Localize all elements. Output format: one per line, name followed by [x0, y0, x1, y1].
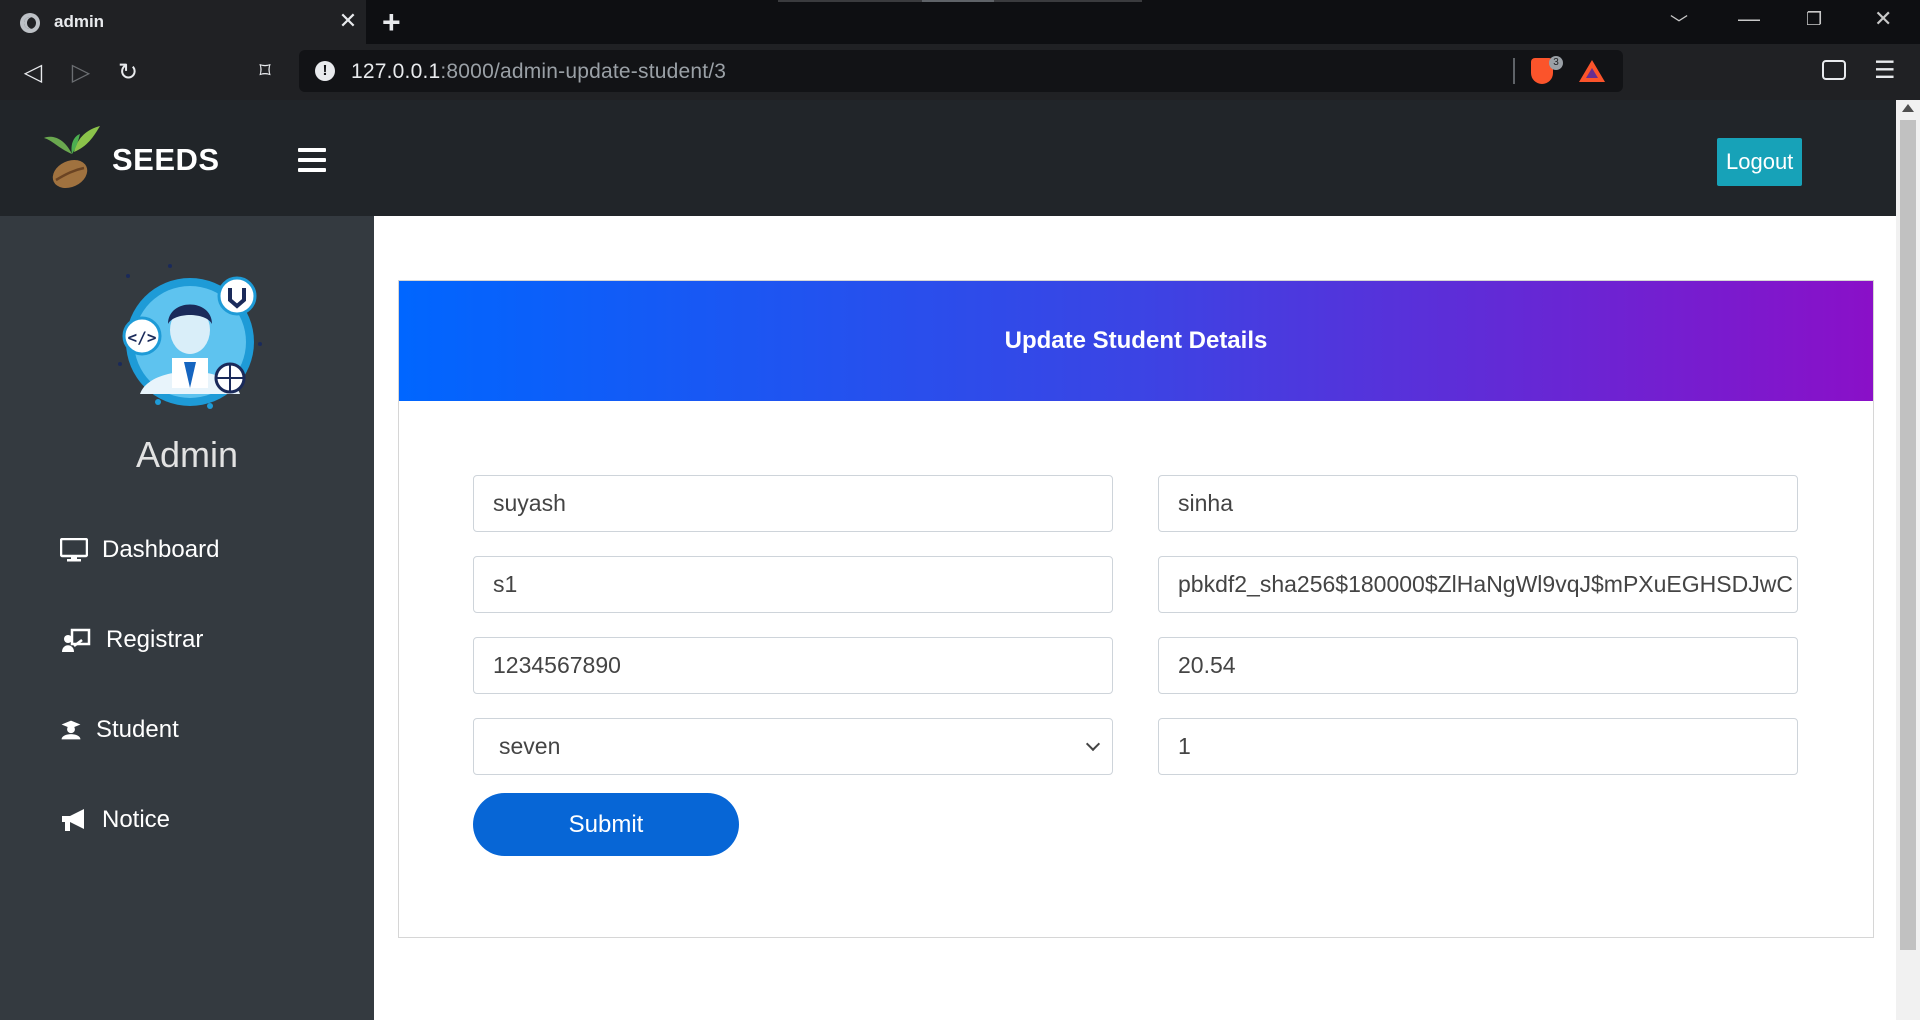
phone-field[interactable]: 1234567890 — [473, 637, 1113, 694]
browser-menu-icon[interactable]: ☰ — [1874, 56, 1896, 85]
first-name-field[interactable]: suyash — [473, 475, 1113, 532]
graduate-icon — [61, 720, 81, 740]
roll-number-field[interactable]: 1 — [1158, 718, 1798, 775]
back-icon[interactable]: ◁ — [18, 58, 48, 87]
card-header: Update Student Details — [399, 281, 1873, 401]
top-navbar: SEEDS Logout — [0, 100, 1896, 216]
password-field[interactable]: pbkdf2_sha256$180000$ZlHaNgWl9vqJ$mPXuEG… — [1158, 556, 1798, 613]
username-field[interactable]: s1 — [473, 556, 1113, 613]
sidebar-item-student[interactable]: Student — [60, 710, 179, 750]
monitor-icon — [60, 538, 88, 562]
last-name-field[interactable]: sinha — [1158, 475, 1798, 532]
fee-field[interactable]: 20.54 — [1158, 637, 1798, 694]
restore-icon[interactable]: ❐ — [1806, 9, 1822, 30]
scrollbar-thumb[interactable] — [1900, 120, 1916, 950]
logout-button[interactable]: Logout — [1717, 138, 1803, 186]
reload-icon[interactable]: ↻ — [113, 58, 143, 87]
seeds-logo-icon — [44, 126, 100, 189]
browser-toolbar: ◁ ▷ ↻ ⌑ ! 127.0.0.1:8000/admin-update-st… — [0, 44, 1920, 100]
svg-text:</>: </> — [128, 328, 157, 347]
sidebar-item-dashboard[interactable]: Dashboard — [60, 530, 219, 570]
tab-strip-active-indicator — [922, 0, 994, 2]
scroll-up-arrow-icon[interactable] — [1902, 104, 1914, 112]
card-title: Update Student Details — [1004, 327, 1268, 354]
hamburger-menu-icon[interactable] — [298, 148, 326, 178]
megaphone-icon — [62, 809, 84, 831]
url-text[interactable]: 127.0.0.1:8000/admin-update-student/3 — [351, 60, 726, 84]
minimize-icon[interactable]: — — [1738, 6, 1760, 32]
new-tab-icon[interactable]: + — [382, 4, 401, 41]
page-viewport: SEEDS Logout </> Admin Dashboard Registr… — [0, 100, 1896, 1020]
close-window-icon[interactable]: ✕ — [1874, 6, 1892, 32]
class-select[interactable]: seven — [473, 718, 1113, 775]
admin-avatar: </> — [118, 264, 262, 409]
sidebar-item-label: Dashboard — [102, 536, 220, 563]
forward-icon[interactable]: ▷ — [66, 58, 96, 87]
tab-title: admin — [54, 12, 105, 31]
brand-name[interactable]: SEEDS — [112, 142, 220, 178]
submit-button[interactable]: Submit — [473, 793, 739, 856]
shields-count-badge: 3 — [1549, 56, 1563, 70]
tab-close-icon[interactable]: ✕ — [336, 8, 360, 34]
globe-icon — [20, 13, 40, 33]
sidebar-item-registrar[interactable]: Registrar — [60, 620, 203, 660]
browser-tab[interactable]: admin ✕ — [0, 0, 366, 44]
bookmark-icon[interactable]: ⌑ — [250, 58, 280, 84]
address-bar[interactable]: ! 127.0.0.1:8000/admin-update-student/3 … — [299, 50, 1623, 92]
sidebar-item-label: Registrar — [106, 626, 204, 653]
brave-rewards-icon[interactable] — [1579, 60, 1605, 82]
tab-search-chevron-icon[interactable]: ﹀ — [1670, 10, 1688, 36]
sidebar-item-label: Student — [96, 716, 179, 743]
role-title: Admin — [135, 434, 239, 475]
presenter-icon — [62, 628, 91, 652]
browser-tab-bar: admin ✕ + ﹀ — ❐ ✕ — [0, 0, 1920, 44]
wallet-icon[interactable] — [1822, 60, 1846, 80]
sidebar-item-label: Notice — [102, 806, 171, 833]
main-content: Update Student Details suyash sinha s1 p… — [374, 216, 1896, 1020]
sidebar-item-notice[interactable]: Notice — [60, 800, 170, 840]
address-bar-divider — [1513, 58, 1515, 84]
update-student-card: Update Student Details suyash sinha s1 p… — [398, 280, 1874, 938]
site-info-icon[interactable]: ! — [315, 61, 335, 81]
sidebar: </> Admin Dashboard Registrar Student No… — [0, 216, 374, 1020]
page-scrollbar[interactable] — [1896, 100, 1920, 1020]
